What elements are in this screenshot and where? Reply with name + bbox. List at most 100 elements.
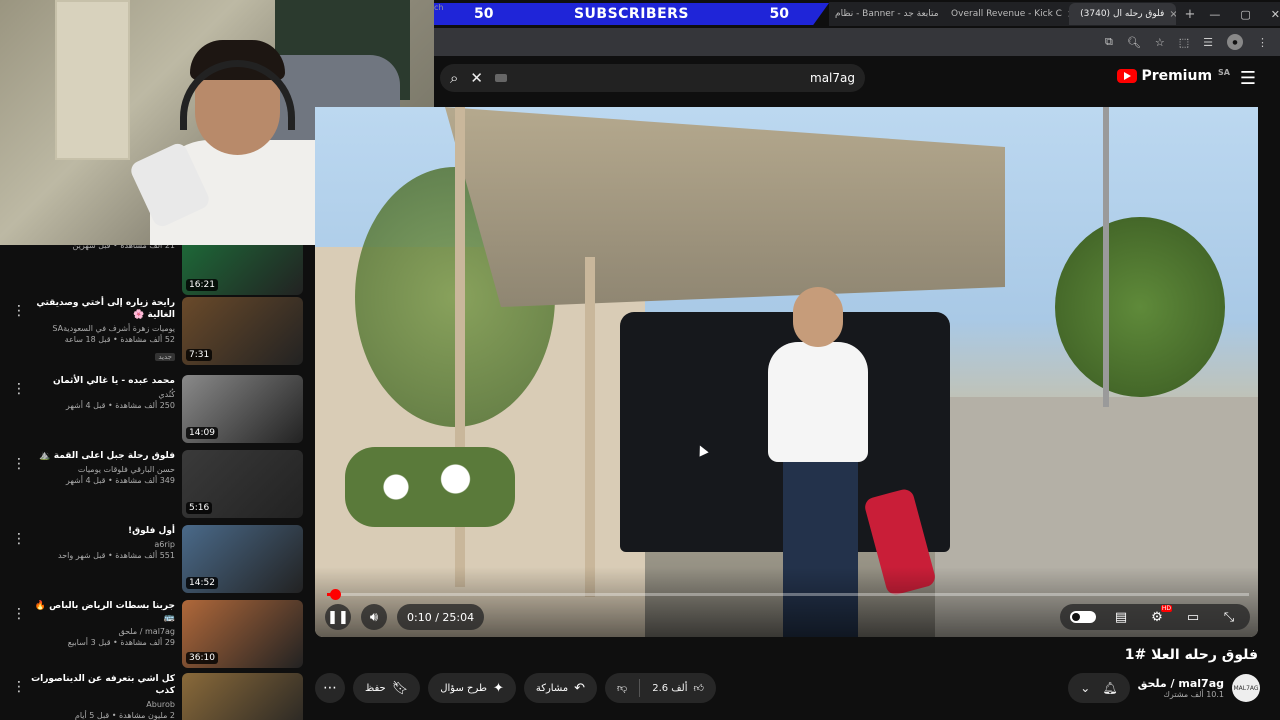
recommendation-title[interactable]: فلوق رحلة جبل اعلى القمة ⛰️: [25, 450, 175, 462]
more-vert-icon[interactable]: ⋮: [12, 531, 26, 547]
youtube-premium-logo[interactable]: Premium SA: [1117, 68, 1230, 84]
sub-count-right: 50: [769, 6, 789, 22]
channel-section: ⌄ 🔔︎ mal7ag / ملحق 10.1 ألف مشترك MAL7AG: [1068, 673, 1260, 703]
clear-search-icon[interactable]: ✕: [470, 69, 483, 87]
recommendation-channel[interactable]: حسن البارقي فلوقات يوميات: [25, 465, 175, 474]
more-vert-icon[interactable]: ⋮: [12, 303, 26, 319]
pause-button[interactable]: ❚❚: [325, 604, 351, 630]
zoom-icon[interactable]: 🔍︎: [1127, 36, 1141, 49]
channel-info[interactable]: mal7ag / ملحق 10.1 ألف مشترك: [1138, 677, 1224, 699]
like-button[interactable]: 2.6 ألف 👍︎: [640, 682, 716, 695]
extensions-icon[interactable]: ⬚: [1179, 36, 1189, 49]
youtube-header: ⌕ ✕ mal7ag Premium SA ☰: [434, 58, 1280, 102]
more-horizontal-icon: ⋯: [323, 680, 337, 696]
hamburger-menu-icon[interactable]: ☰: [1240, 68, 1256, 89]
bell-icon: 🔔︎: [1102, 681, 1118, 695]
channel-subscriber-count: 10.1 ألف مشترك: [1163, 690, 1224, 699]
recommendation-item[interactable]: ⋮ أول فلوق! a6rip 551 ألف مشاهدة • قبل شهر …: [0, 525, 310, 597]
tab-label: (3740) فلوق رحله ال: [1080, 9, 1165, 19]
keyboard-icon[interactable]: [494, 74, 507, 82]
recommendation-thumbnail[interactable]: [182, 673, 303, 720]
search-icon[interactable]: ⌕: [450, 69, 458, 87]
save-label: حفظ: [365, 682, 386, 694]
browser-tabbar: نظام - Banner - متابعة جد × Overall Reve…: [829, 2, 1280, 26]
maximize-button[interactable]: ▢: [1240, 8, 1250, 21]
recommendation-meta: كل اشي بتعرفه عن الديناصورات كذب Aburob 2 …: [25, 673, 175, 720]
theater-mode-icon[interactable]: ▭: [1182, 610, 1204, 625]
new-badge: جديد: [155, 353, 175, 361]
save-button[interactable]: حفظ 🔖︎: [353, 673, 421, 703]
video-title: فلوق رحله العلا #1: [1124, 647, 1258, 663]
profile-avatar[interactable]: ●: [1227, 34, 1243, 50]
minimize-button[interactable]: —: [1209, 8, 1220, 21]
search-box[interactable]: ⌕ ✕ mal7ag: [440, 64, 865, 92]
recommendation-item[interactable]: ⋮mal7ag / ملحق21 ألف مشاهدة • قبل شهرين1…: [0, 245, 310, 299]
recommendation-title[interactable]: أول فلوق!: [25, 525, 175, 537]
recommendation-title[interactable]: جربنا بسطات الرياض بالباص 🔥 🚌: [25, 600, 175, 624]
recommendation-thumbnail[interactable]: 7:31: [182, 297, 303, 365]
recommendation-stats: 21 ألف مشاهدة • قبل شهرين: [72, 245, 175, 250]
tab-kick-revenue[interactable]: Overall Revenue - Kick C ×: [940, 3, 1069, 25]
recommendation-channel[interactable]: كُنُدي: [25, 390, 175, 399]
recommendation-channel[interactable]: يوميات زهرة أشرف في السعوديةSA: [25, 324, 175, 333]
recommendation-title[interactable]: رايحة زياره إلى أختي وصديقتي الغالية 🌸: [25, 297, 175, 321]
recommendation-item[interactable]: ⋮ محمد عبده - يا غالي الأثمان كُنُدي 250 أل…: [0, 375, 310, 447]
recommendation-thumbnail[interactable]: 5:16: [182, 450, 303, 518]
recommendation-item[interactable]: ⋮ رايحة زياره إلى أختي وصديقتي الغالية 🌸 ي…: [0, 297, 310, 369]
more-vert-icon[interactable]: ⋮: [12, 679, 26, 695]
progress-bar[interactable]: [327, 589, 1249, 600]
more-vert-icon[interactable]: ⋮: [12, 456, 26, 472]
recommendation-title[interactable]: محمد عبده - يا غالي الأثمان: [25, 375, 175, 387]
close-icon[interactable]: ×: [1169, 9, 1176, 20]
recommendation-thumbnail[interactable]: 16:21: [182, 245, 303, 295]
recommendation-stats: 29 ألف مشاهدة • قبل 3 أسابيع: [67, 638, 175, 647]
recommendation-item[interactable]: ⋮ فلوق رحلة جبل اعلى القمة ⛰️ حسن البارقي …: [0, 450, 310, 522]
subscriber-counter: 50 SUBSCRIBERS 50: [434, 3, 829, 25]
more-actions-button[interactable]: ⋯: [315, 673, 345, 703]
thumbs-up-icon: 👍︎: [693, 683, 704, 694]
video-player[interactable]: ❚❚ 🔊︎ 0:10 / 25:04 ▤ ⚙ ▭ ⤡: [315, 107, 1258, 637]
recommendation-channel[interactable]: a6rip: [25, 540, 175, 549]
subscribed-button[interactable]: ⌄ 🔔︎: [1068, 673, 1130, 703]
share-label: مشاركة: [535, 682, 569, 694]
video-actions-row: ⋯ حفظ 🔖︎ طرح سؤال ✦ مشاركة ↶ 👎︎ 2.6 ألف …: [315, 673, 1260, 703]
sub-counter-label: SUBSCRIBERS: [573, 6, 690, 22]
settings-icon[interactable]: ⚙: [1146, 604, 1173, 625]
new-tab-button[interactable]: +: [1184, 7, 1195, 22]
search-input[interactable]: mal7ag: [810, 71, 855, 85]
recommendation-thumbnail[interactable]: 14:09: [182, 375, 303, 443]
reading-list-icon[interactable]: ☰: [1203, 36, 1213, 49]
time-display: 0:10 / 25:04: [397, 604, 485, 630]
recommendation-channel[interactable]: mal7ag / ملحق: [25, 627, 175, 636]
share-button[interactable]: مشاركة ↶: [523, 673, 598, 703]
bookmark-star-icon[interactable]: ☆: [1155, 36, 1165, 49]
recommendation-item[interactable]: ⋮ كل اشي بتعرفه عن الديناصورات كذب Aburob 2…: [0, 673, 310, 720]
channel-avatar[interactable]: MAL7AG: [1232, 674, 1260, 702]
thumbs-down-icon: 👎︎: [617, 683, 628, 694]
video-scene-flowers: [345, 447, 515, 527]
autoplay-toggle[interactable]: [1070, 611, 1096, 623]
recommendation-stats: 551 ألف مشاهدة • قبل شهر واحد: [58, 551, 175, 560]
recommendation-thumbnail[interactable]: 36:10: [182, 600, 303, 668]
recommendation-thumbnail[interactable]: 14:52: [182, 525, 303, 593]
duration-badge: 5:16: [186, 502, 213, 514]
channel-name[interactable]: mal7ag / ملحق: [1138, 677, 1224, 690]
share-icon: ↶: [574, 680, 586, 696]
tab-youtube[interactable]: (3740) فلوق رحله ال ×: [1069, 3, 1177, 25]
dislike-button[interactable]: 👎︎: [605, 682, 639, 694]
recommendation-meta: فلوق رحلة جبل اعلى القمة ⛰️ حسن البارقي ف…: [25, 450, 175, 485]
tab-banner[interactable]: نظام - Banner - متابعة جد ×: [829, 3, 940, 25]
more-vert-icon[interactable]: ⋮: [12, 381, 26, 397]
ask-button[interactable]: طرح سؤال ✦: [428, 673, 516, 703]
fullscreen-icon[interactable]: ⤡: [1218, 610, 1240, 625]
recommendation-title[interactable]: كل اشي بتعرفه عن الديناصورات كذب: [25, 673, 175, 697]
captions-icon[interactable]: ▤: [1110, 610, 1132, 625]
more-vert-icon[interactable]: ⋮: [12, 606, 26, 622]
recommendation-item[interactable]: ⋮ جربنا بسطات الرياض بالباص 🔥 🚌 mal7ag / م…: [0, 600, 310, 672]
recommendation-channel[interactable]: Aburob: [25, 700, 175, 709]
window-close-button[interactable]: ✕: [1271, 8, 1280, 21]
browser-menu-icon[interactable]: ⋮: [1257, 36, 1268, 49]
cast-icon[interactable]: ⧉: [1105, 35, 1113, 49]
volume-button[interactable]: 🔊︎: [361, 604, 387, 630]
recommendation-stats: 250 ألف مشاهدة • قبل 4 أشهر: [65, 401, 175, 410]
